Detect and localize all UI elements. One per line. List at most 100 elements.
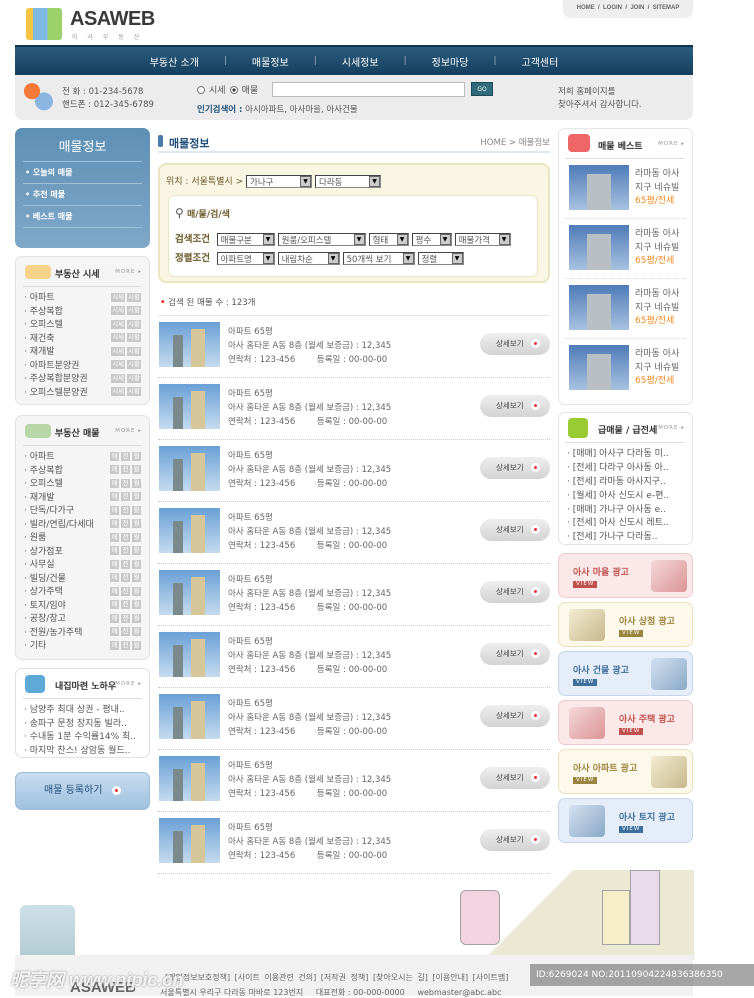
knowhow-item[interactable]: · 마지막 찬스! 상암동 월드.. (24, 743, 141, 757)
listing-title[interactable]: 아파트 65평 (228, 635, 391, 649)
detail-button[interactable]: 상세보기 (480, 333, 550, 355)
listing-tag[interactable]: 매 (110, 451, 119, 461)
cond-select[interactable]: 평수 ▼ (411, 233, 452, 246)
listing-category-label[interactable]: · 상가점포 (24, 544, 63, 557)
listing-more-link[interactable]: MORE ▸ (115, 428, 142, 434)
listing-tag[interactable]: 전 (121, 478, 130, 488)
price-item-label[interactable]: · 재건축 (24, 331, 55, 344)
market-tag[interactable]: 시황 (127, 319, 141, 329)
go-button[interactable]: GO (471, 82, 493, 96)
price-item-label[interactable]: · 오피스텔 (24, 317, 63, 330)
popular-terms[interactable]: 아시아파트, 아사마을, 아사건물 (245, 105, 357, 115)
top-link-sitemap[interactable]: SITEMAP (653, 5, 680, 11)
detail-button[interactable]: 상세보기 (480, 457, 550, 479)
listing-tag[interactable]: 매 (110, 559, 119, 569)
urgent-item[interactable]: · [전세] 다라구 아사동 아.. (567, 460, 684, 474)
knowhow-item[interactable]: · 수내동 1분 수익률14% 최.. (24, 729, 141, 743)
listing-category-label[interactable]: · 사무실 (24, 557, 55, 570)
listing-tag[interactable]: 전 (121, 640, 130, 650)
listing-category-label[interactable]: · 전원/농가주택 (24, 625, 82, 638)
ad-banner[interactable]: 아사 마을 광고 VIEW (558, 553, 693, 598)
sort-select[interactable]: 50개씩 보기 ▼ (342, 252, 415, 265)
sort-select[interactable]: 아파트명 ▼ (216, 252, 275, 265)
best-item[interactable]: 라마동 아사 지구 네슈빌 65평/전세 (565, 159, 686, 219)
sort-select[interactable]: 내림차순 ▼ (277, 252, 340, 265)
listing-title[interactable]: 아파트 65평 (228, 387, 391, 401)
nav-item[interactable]: 매물정보 (227, 54, 314, 69)
listing-category-label[interactable]: · 빌딩/건물 (24, 571, 66, 584)
listing-tag[interactable]: 전 (121, 600, 130, 610)
cond-select[interactable]: 매물구분 ▼ (216, 233, 275, 246)
listing-tag[interactable]: 매 (110, 573, 119, 583)
urgent-more-link[interactable]: MORE ▸ (658, 425, 685, 431)
listing-category-label[interactable]: · 상가주택 (24, 584, 63, 597)
listing-tag[interactable]: 매 (110, 492, 119, 502)
listing-tag[interactable]: 월 (132, 532, 141, 542)
ad-banner[interactable]: 아사 아파트 광고 VIEW (558, 749, 693, 794)
listing-category-label[interactable]: · 공장/창고 (24, 611, 66, 624)
top-link-home[interactable]: HOME (577, 5, 595, 11)
footer-link[interactable]: [이용안내] (432, 973, 468, 982)
cond-select[interactable]: 원룸/오피스텔 ▼ (277, 233, 366, 246)
footer-link[interactable]: [찾아오시는 길] (373, 973, 428, 982)
listing-thumbnail[interactable] (159, 508, 220, 553)
detail-button[interactable]: 상세보기 (480, 829, 550, 851)
listing-title[interactable]: 아파트 65평 (228, 511, 391, 525)
price-item-label[interactable]: · 주상복합 (24, 304, 63, 317)
listing-thumbnail[interactable] (159, 632, 220, 677)
nav-item[interactable]: 정보마당 (407, 54, 494, 69)
price-item-label[interactable]: · 아파트 (24, 290, 55, 303)
urgent-item[interactable]: · [전세] 라마동 아사지구.. (567, 474, 684, 488)
listing-tag[interactable]: 월 (132, 586, 141, 596)
ad-banner[interactable]: 아사 주택 광고 VIEW (558, 700, 693, 745)
best-item[interactable]: 라마동 아사 지구 네슈빌 65평/전세 (565, 339, 686, 399)
listing-tag[interactable]: 전 (121, 505, 130, 515)
best-item[interactable]: 라마동 아사 지구 네슈빌 65평/전세 (565, 279, 686, 339)
market-tag[interactable]: 시황 (127, 373, 141, 383)
listing-tag[interactable]: 월 (132, 627, 141, 637)
nav-item[interactable]: 부동산 소개 (125, 54, 224, 69)
listing-tag[interactable]: 전 (121, 532, 130, 542)
listing-thumbnail[interactable] (159, 384, 220, 429)
listing-title[interactable]: 아파트 65평 (228, 821, 391, 835)
listing-tag[interactable]: 월 (132, 546, 141, 556)
listing-title[interactable]: 아파트 65평 (228, 449, 391, 463)
market-tag[interactable]: 시황 (127, 333, 141, 343)
listing-menu-item[interactable]: • 오늘의 매물 (23, 162, 142, 184)
listing-tag[interactable]: 전 (121, 451, 130, 461)
site-logo[interactable]: ASAWEB 아 사 부 동 산 (26, 6, 156, 42)
listing-tag[interactable]: 전 (121, 546, 130, 556)
listing-tag[interactable]: 매 (110, 478, 119, 488)
dong-select[interactable]: 다라동 ▼ (315, 175, 381, 188)
price-item-label[interactable]: · 오피스텔분양권 (24, 385, 88, 398)
ad-banner[interactable]: 아사 토지 광고 VIEW (558, 798, 693, 843)
register-listing-button[interactable]: 매물 등록하기 (15, 772, 150, 810)
cond-select[interactable]: 매물가격 ▼ (454, 233, 511, 246)
price-tag[interactable]: 시세 (111, 360, 126, 370)
price-more-link[interactable]: MORE ▸ (115, 269, 142, 275)
footer-link[interactable]: [사이트 이용관련 건의] (235, 973, 317, 982)
listing-tag[interactable]: 월 (132, 505, 141, 515)
price-item-label[interactable]: · 아파트분양권 (24, 358, 79, 371)
listing-tag[interactable]: 전 (121, 573, 130, 583)
ad-banner[interactable]: 아사 건물 광고 VIEW (558, 651, 693, 696)
knowhow-item[interactable]: · 송파구 문정 장지동 빌라.. (24, 716, 141, 730)
listing-tag[interactable]: 월 (132, 492, 141, 502)
listing-tag[interactable]: 매 (110, 546, 119, 556)
listing-tag[interactable]: 월 (132, 573, 141, 583)
listing-category-label[interactable]: · 주상복합 (24, 463, 63, 476)
listing-tag[interactable]: 월 (132, 451, 141, 461)
listing-tag[interactable]: 매 (110, 640, 119, 650)
market-tag[interactable]: 시황 (127, 360, 141, 370)
listing-tag[interactable]: 월 (132, 519, 141, 529)
listing-tag[interactable]: 전 (121, 465, 130, 475)
listing-thumbnail[interactable] (159, 322, 220, 367)
market-tag[interactable]: 시황 (127, 346, 141, 356)
listing-tag[interactable]: 월 (132, 465, 141, 475)
urgent-item[interactable]: · [매매] 가나구 아사동 e.. (567, 501, 684, 515)
district-select[interactable]: 가나구 ▼ (246, 175, 312, 188)
listing-category-label[interactable]: · 단독/다가구 (24, 503, 74, 516)
price-tag[interactable]: 시세 (111, 346, 126, 356)
listing-tag[interactable]: 월 (132, 613, 141, 623)
listing-title[interactable]: 아파트 65평 (228, 697, 391, 711)
